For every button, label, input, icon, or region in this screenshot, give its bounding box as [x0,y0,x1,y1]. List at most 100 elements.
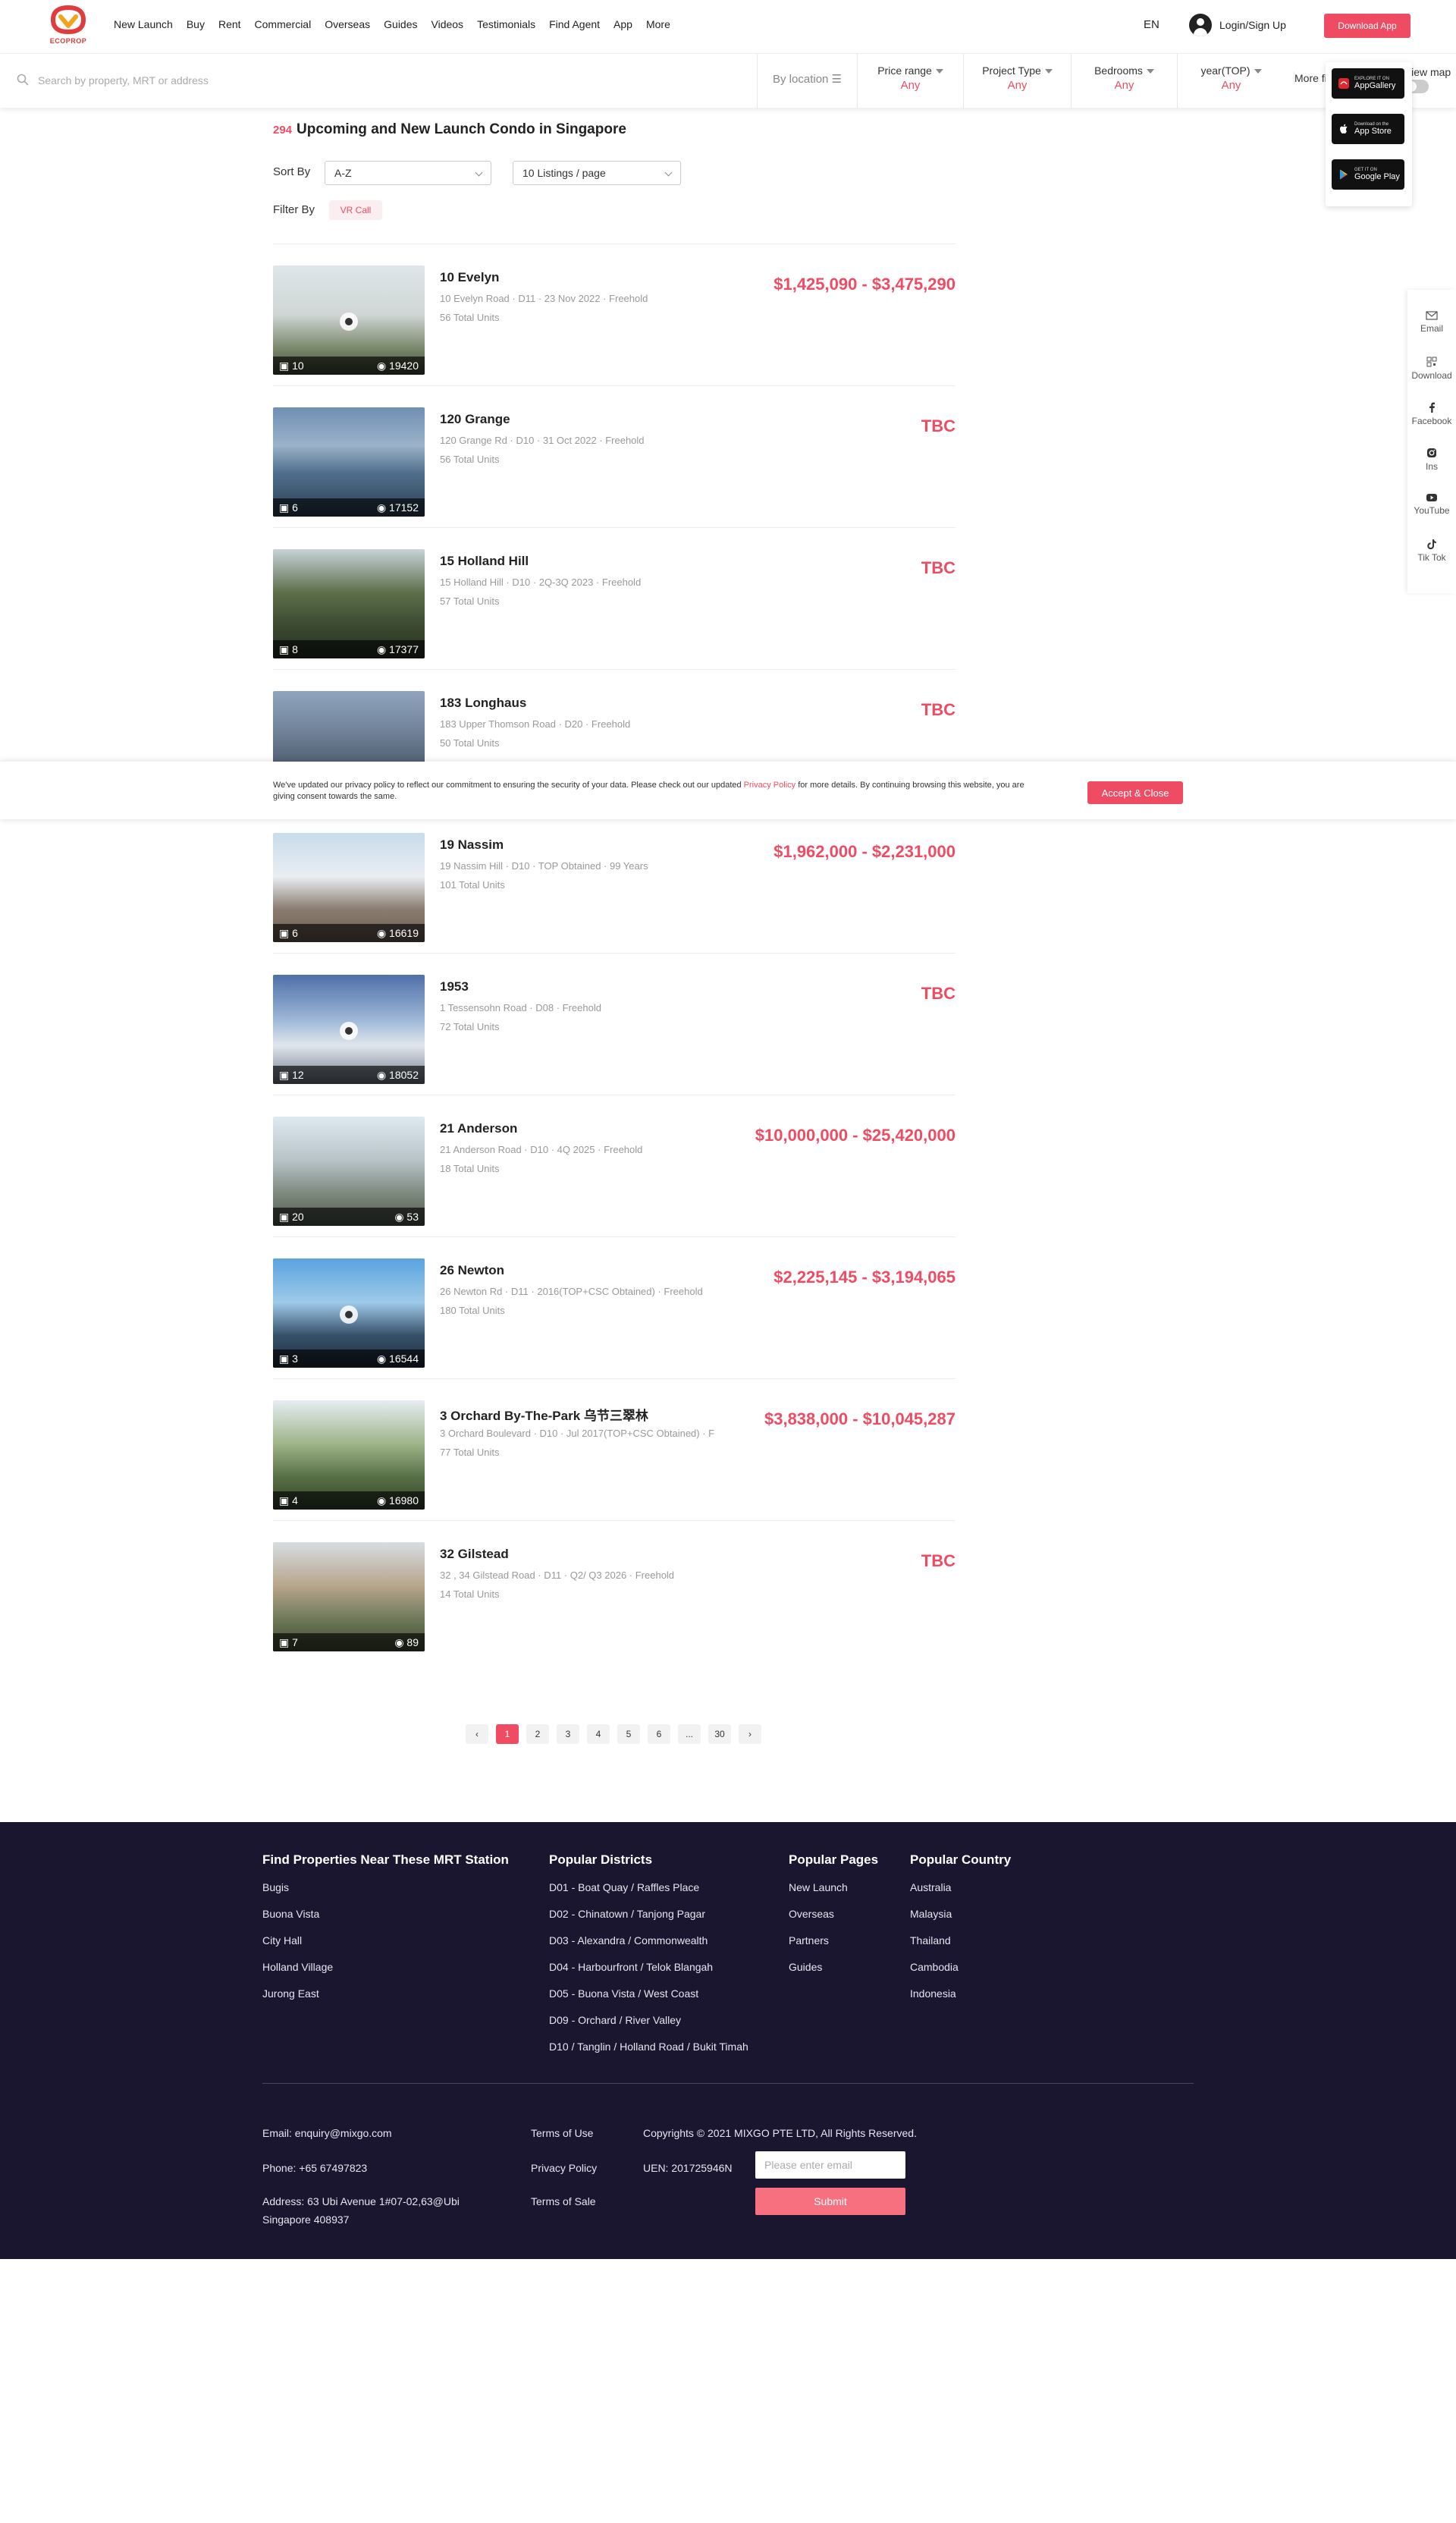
login-button[interactable]: Login/Sign Up [1189,14,1286,36]
pagination-page-2[interactable]: 2 [526,1724,549,1744]
sort-select[interactable]: A-Z [325,161,491,185]
listing-photo[interactable]: ▣ 3 ◉ 16544 [273,1258,425,1368]
ecoprop-logo[interactable]: ECOPROP [47,3,89,49]
rail-youtube[interactable]: YouTube [1407,493,1456,516]
footer-district-link[interactable]: D05 - Buona Vista / West Coast [549,1987,748,2000]
listing-name[interactable]: 26 Newton [440,1263,504,1278]
listing-photo[interactable]: ▣ 10 ◉ 19420 [273,265,425,375]
nav-find-agent[interactable]: Find Agent [549,18,600,30]
pagination-page-1[interactable]: 1 [496,1724,519,1744]
nav-overseas[interactable]: Overseas [325,18,370,30]
listing-card[interactable]: ▣ 6 ◉ 17152 120 Grange 120 Grange Rd · D10 … [273,385,956,527]
accept-close-button[interactable]: Accept & Close [1087,781,1183,804]
rail-instagram[interactable]: Ins [1407,448,1456,472]
listing-photo[interactable]: ▣ 8 ◉ 17377 [273,549,425,658]
nav-buy[interactable]: Buy [187,18,205,30]
listing-name[interactable]: 183 Longhaus [440,696,526,711]
footer-country-link[interactable]: Australia [910,1881,1011,1893]
nav-guides[interactable]: Guides [384,18,417,30]
language-switcher[interactable]: EN [1144,18,1159,31]
listing-card[interactable]: ▣ 20 ◉ 53 21 Anderson 21 Anderson Road · D1… [273,1095,956,1236]
footer-mrt-link[interactable]: Bugis [262,1881,509,1893]
footer-page-link[interactable]: Guides [789,1961,878,1973]
privacy-policy-link[interactable]: Privacy Policy [744,781,795,790]
pagination-page-4[interactable]: 4 [587,1724,610,1744]
by-location-filter[interactable]: By location ☰ [757,54,857,108]
listing-photo[interactable]: ▣ 6 ◉ 16619 [273,833,425,942]
vr-call-filter-tag[interactable]: VR Call [329,200,382,220]
footer-page-link[interactable]: Overseas [789,1908,878,1920]
per-page-select[interactable]: 10 Listings / page [513,161,681,185]
nav-testimonials[interactable]: Testimonials [477,18,535,30]
pagination-prev-button[interactable]: ‹ [466,1724,488,1744]
footer-page-link[interactable]: New Launch [789,1881,878,1893]
listing-name[interactable]: 21 Anderson [440,1121,517,1136]
listing-photo[interactable]: ▣ 20 ◉ 53 [273,1117,425,1226]
footer-district-link[interactable]: D09 - Orchard / River Valley [549,2014,748,2026]
download-app-button[interactable]: Download App [1324,14,1410,38]
footer-country-link[interactable]: Thailand [910,1934,1011,1946]
footer-terms-of-use-link[interactable]: Terms of Use [531,2124,593,2142]
listing-name[interactable]: 19 Nassim [440,837,504,853]
pagination-page-6[interactable]: 6 [648,1724,670,1744]
listing-card[interactable]: ▣ 8 ◉ 17377 15 Holland Hill 15 Holland Hill… [273,527,956,669]
footer-mrt-link[interactable]: City Hall [262,1934,509,1946]
listing-name[interactable]: 15 Holland Hill [440,554,529,569]
footer-page-link[interactable]: Partners [789,1934,878,1946]
listing-name[interactable]: 10 Evelyn [440,270,499,285]
nav-commercial[interactable]: Commercial [255,18,312,30]
footer-district-link[interactable]: D02 - Chinatown / Tanjong Pagar [549,1908,748,1920]
vr-tour-icon[interactable] [340,313,358,331]
nav-new-launch[interactable]: New Launch [114,18,173,30]
listing-name[interactable]: 120 Grange [440,412,510,427]
google-play-badge[interactable]: GET IT ON Google Play [1332,159,1404,190]
listing-card[interactable]: ▣ 10 ◉ 19420 10 Evelyn 10 Evelyn Road · D11… [273,244,956,385]
footer-district-link[interactable]: D04 - Harbourfront / Telok Blangah [549,1961,748,1973]
listing-photo[interactable]: ▣ 4 ◉ 16980 [273,1400,425,1510]
footer-district-link[interactable]: D10 / Tanglin / Holland Road / Bukit Tim… [549,2041,748,2053]
newsletter-email-input[interactable] [755,2151,905,2179]
newsletter-submit-button[interactable]: Submit [755,2188,905,2215]
price-range-filter[interactable]: Price range Any [857,54,963,108]
footer-district-link[interactable]: D01 - Boat Quay / Raffles Place [549,1881,748,1893]
footer-country-link[interactable]: Malaysia [910,1908,1011,1920]
listing-photo[interactable]: ▣ 12 ◉ 18052 [273,975,425,1084]
listing-card[interactable]: ▣ 6 ◉ 16619 19 Nassim 19 Nassim Hill · D10 … [273,811,956,953]
listing-photo[interactable]: ▣ 7 ◉ 89 [273,1542,425,1651]
bedrooms-filter[interactable]: Bedrooms Any [1071,54,1177,108]
app-store-badge[interactable]: Download on the App Store [1332,114,1404,144]
listing-name[interactable]: 1953 [440,979,469,994]
listing-card[interactable]: ▣ 12 ◉ 18052 1953 1 Tessensohn Road · D08 ·… [273,953,956,1095]
search-input[interactable] [38,69,720,92]
nav-videos[interactable]: Videos [431,18,464,30]
listing-photo[interactable]: ▣ 6 ◉ 17152 [273,407,425,517]
pagination-page-30[interactable]: 30 [708,1724,731,1744]
vr-tour-icon[interactable] [340,1022,358,1040]
appgallery-badge[interactable]: EXPLORE IT ON AppGallery [1332,68,1404,99]
rail-facebook[interactable]: Facebook [1407,402,1456,426]
vr-tour-icon[interactable] [340,1305,358,1324]
nav-more[interactable]: More [646,18,670,30]
listing-card[interactable]: ▣ 4 ◉ 16980 3 Orchard By-The-Park 乌节三翠林 3 O… [273,1378,956,1520]
footer-country-link[interactable]: Cambodia [910,1961,1011,1973]
pagination-page-3[interactable]: 3 [557,1724,579,1744]
rail-download[interactable]: Download [1407,357,1456,381]
footer-terms-of-sale-link[interactable]: Terms of Sale [531,2192,596,2210]
listing-name[interactable]: 32 Gilstead [440,1547,509,1562]
pagination-next-button[interactable]: › [739,1724,761,1744]
listing-name[interactable]: 3 Orchard By-The-Park 乌节三翠林 [440,1405,648,1424]
pagination-page-5[interactable]: 5 [617,1724,640,1744]
footer-country-link[interactable]: Indonesia [910,1987,1011,2000]
rail-email[interactable]: Email [1407,311,1456,334]
year-top-filter[interactable]: year(TOP) Any [1177,54,1285,108]
footer-privacy-policy-link[interactable]: Privacy Policy [531,2159,597,2177]
listing-card[interactable]: ▣ 7 ◉ 89 32 Gilstead 32 , 34 Gilstead Road … [273,1520,956,1662]
rail-tiktok[interactable]: Tik Tok [1407,539,1456,563]
footer-district-link[interactable]: D03 - Alexandra / Commonwealth [549,1934,748,1946]
footer-mrt-link[interactable]: Holland Village [262,1961,509,1973]
project-type-filter[interactable]: Project Type Any [963,54,1071,108]
nav-app[interactable]: App [613,18,632,30]
nav-rent[interactable]: Rent [218,18,241,30]
listing-card[interactable]: ▣ 3 ◉ 16544 26 Newton 26 Newton Rd · D11 · … [273,1236,956,1378]
footer-mrt-link[interactable]: Buona Vista [262,1908,509,1920]
